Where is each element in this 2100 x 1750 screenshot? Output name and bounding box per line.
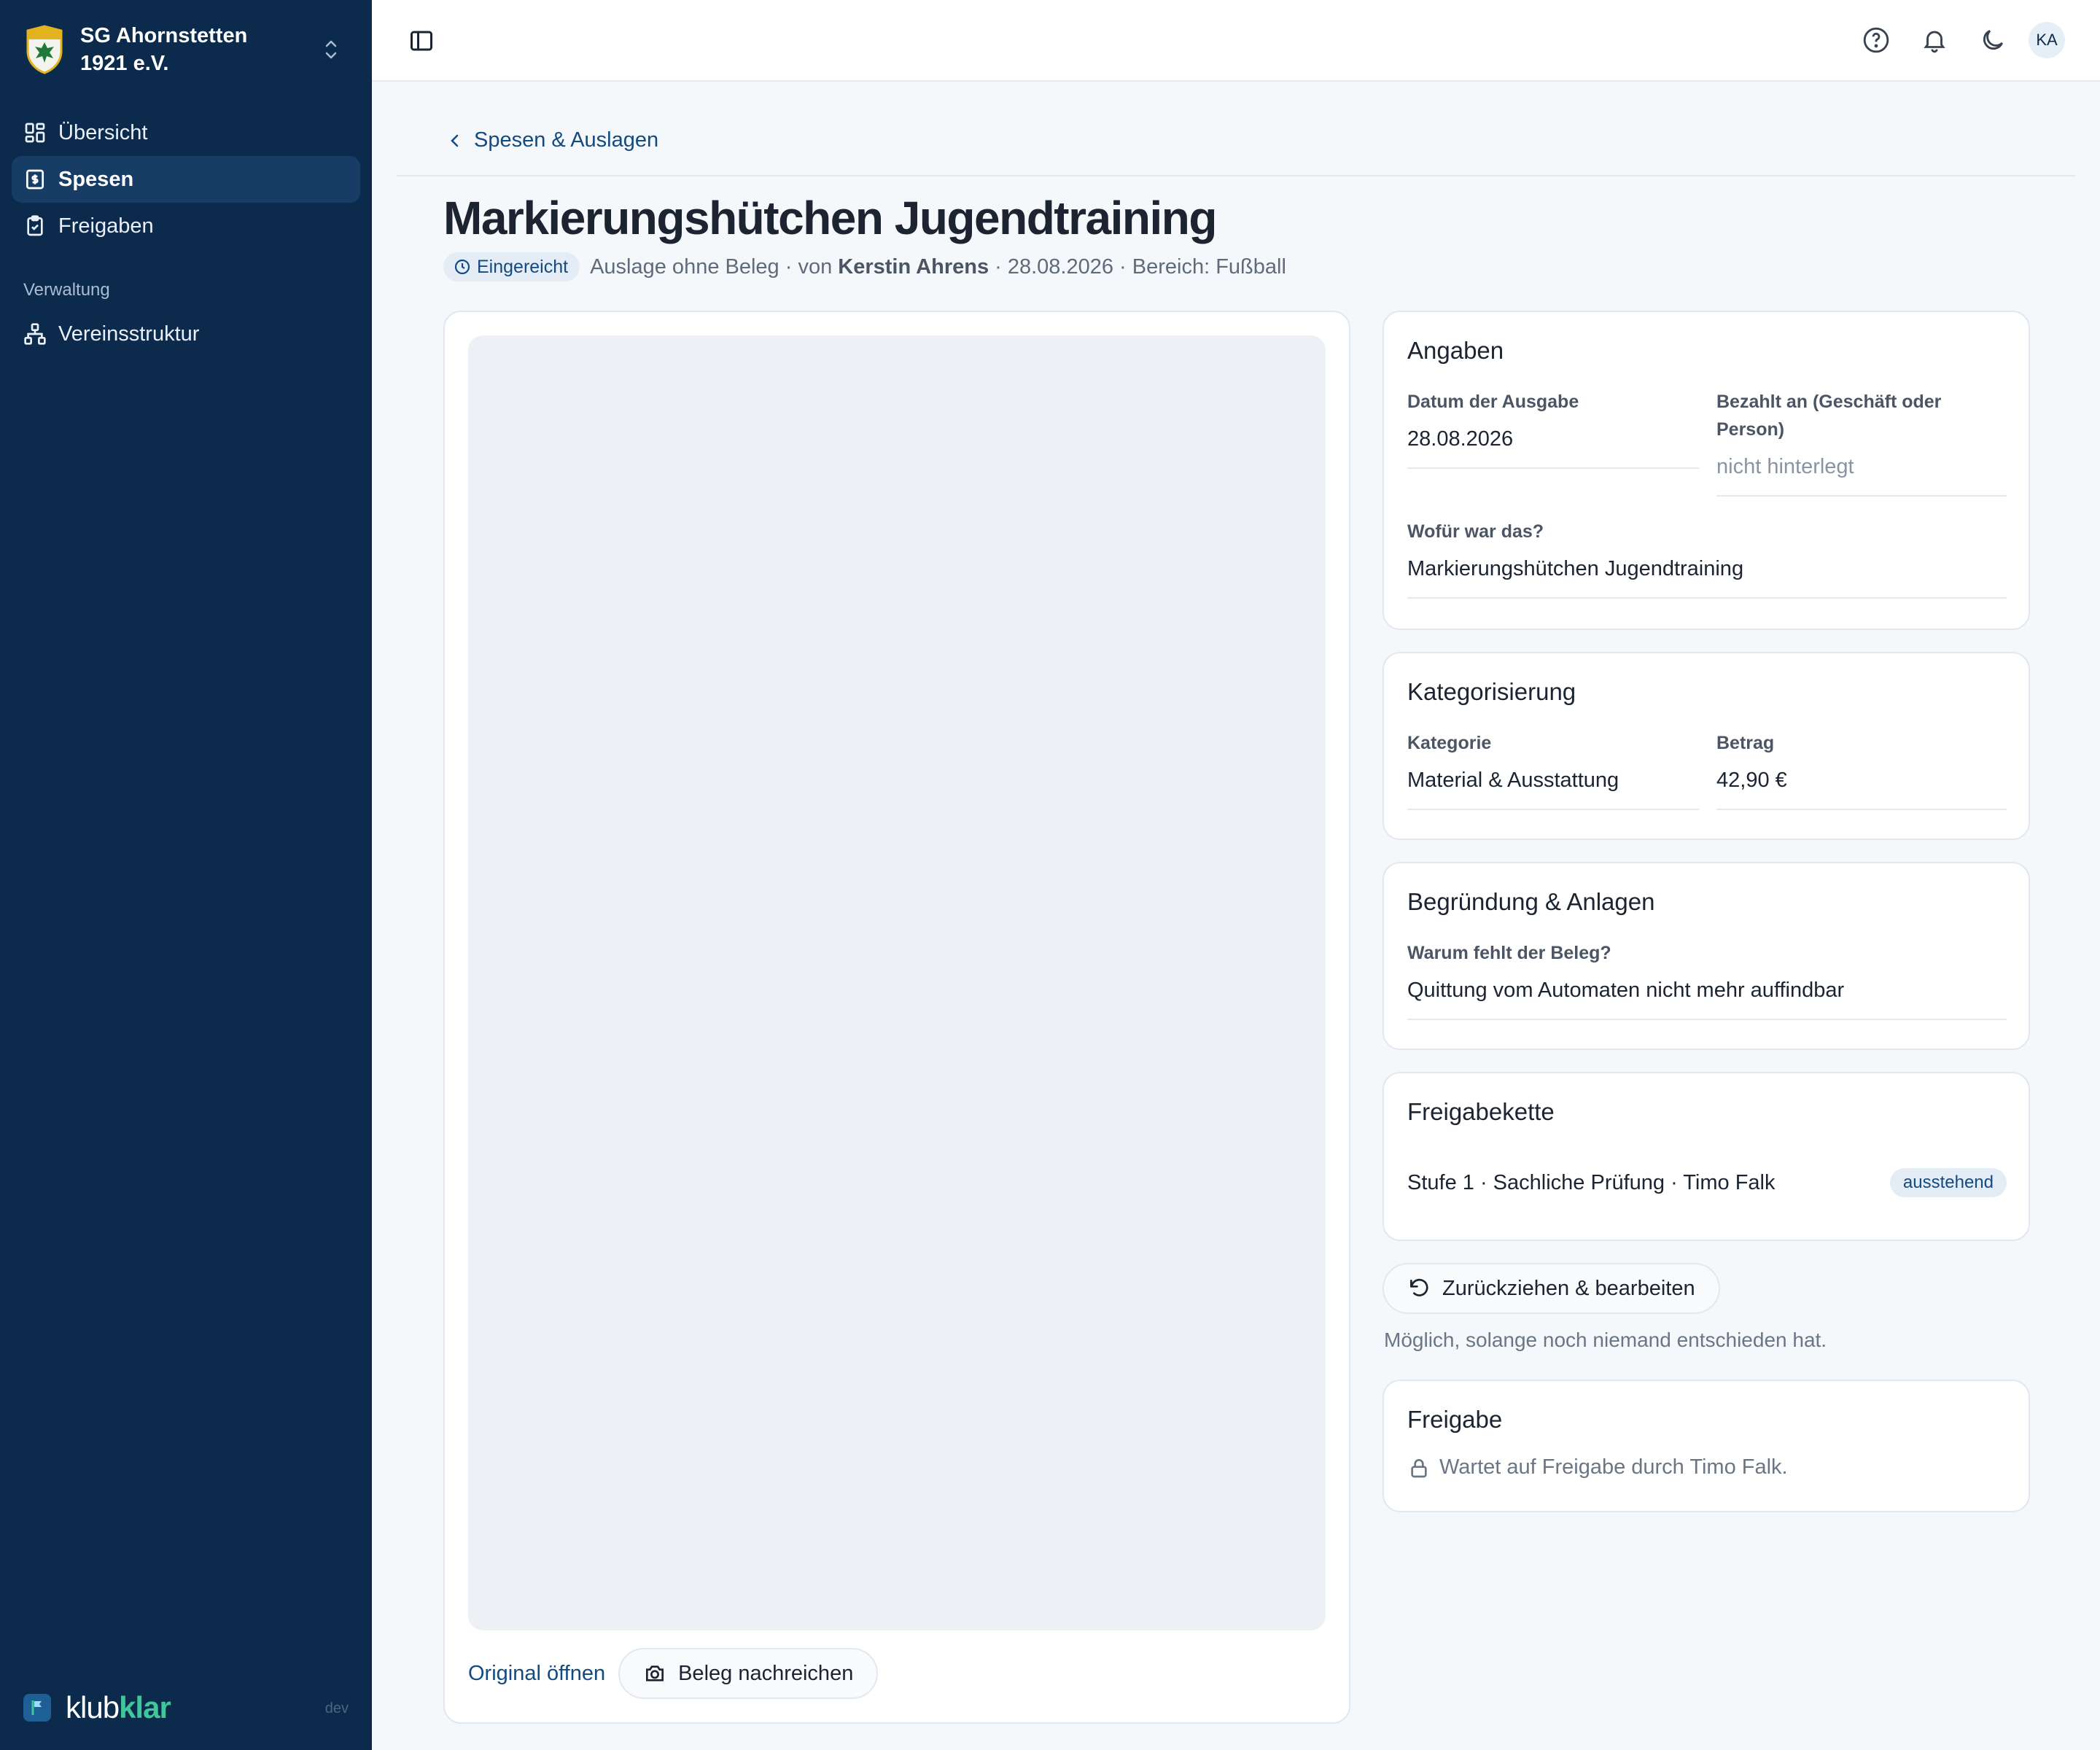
brand-name-part2: klar <box>119 1690 171 1724</box>
field-label: Wofür war das? <box>1407 521 1544 542</box>
nav-item-uebersicht[interactable]: Übersicht <box>12 109 360 156</box>
step-approver: · Timo Falk <box>1665 1170 1776 1194</box>
status-badge: Eingereicht <box>443 252 580 281</box>
nav-item-vereinsstruktur[interactable]: Vereinsstruktur <box>12 311 360 357</box>
nav-item-spesen[interactable]: Spesen <box>12 156 360 203</box>
card-title: Freigabe <box>1407 1406 1503 1433</box>
details-card: Angaben Datum der Ausgabe 28.08.2026 Bez… <box>1382 311 2030 630</box>
clock-icon <box>454 259 470 275</box>
undo-icon <box>1410 1278 1428 1296</box>
step-name: Sachliche Prüfung <box>1493 1170 1665 1194</box>
category-field: Kategorie Material & Ausstattung <box>1407 729 1699 810</box>
date-field: Datum der Ausgabe 28.08.2026 <box>1407 388 1699 469</box>
approval-chain-card: Freigabekette Stufe 1 · Sachliche Prüfun… <box>1382 1072 2030 1241</box>
field-value: Material & Ausstattung <box>1407 769 1699 810</box>
expense-meta: Eingereicht Auslage ohne Beleg · von Ker… <box>443 252 1286 281</box>
meta-author: Kerstin Ahrens <box>838 254 989 279</box>
org-switcher[interactable]: SG Ahornstetten 1921 e.V. <box>23 20 351 79</box>
user-avatar[interactable]: KA <box>2029 22 2065 58</box>
topbar: KA <box>372 0 2100 82</box>
dashboard-icon <box>25 122 45 143</box>
field-value: 42,90 € <box>1716 769 2007 810</box>
open-original-link[interactable]: Original öffnen <box>468 1662 605 1686</box>
approval-waiting-text: Wartet auf Freigabe durch Timo Falk. <box>1439 1455 1788 1479</box>
card-title: Freigabekette <box>1407 1098 1555 1125</box>
upload-receipt-label: Beleg nachreichen <box>678 1661 854 1685</box>
card-title: Begründung & Anlagen <box>1407 888 1655 915</box>
nav-item-label: Übersicht <box>58 120 148 144</box>
approval-waiting: Wartet auf Freigabe durch Timo Falk. <box>1407 1455 1788 1479</box>
justification-card: Begründung & Anlagen Warum fehlt der Bel… <box>1382 862 2030 1050</box>
chevron-left-icon <box>451 134 459 147</box>
camera-icon <box>646 1665 664 1681</box>
field-label: Bezahlt an (Geschäft oder Person) <box>1716 392 1942 440</box>
environment-label: dev <box>324 1700 349 1716</box>
step-prefix: Stufe 1 · <box>1407 1170 1493 1194</box>
receipt-icon <box>26 169 44 190</box>
header-divider <box>397 175 2075 176</box>
missing-receipt-reason-field: Warum fehlt der Beleg? Quittung vom Auto… <box>1407 939 2007 1020</box>
nav-item-freigaben[interactable]: Freigaben <box>12 203 360 249</box>
sidebar: SG Ahornstetten 1921 e.V. Übersicht Spes… <box>0 0 372 1750</box>
withdraw-hint: Möglich, solange noch niemand entschiede… <box>1384 1329 1827 1351</box>
moon-icon[interactable] <box>1979 26 2007 54</box>
nav-item-label: Vereinsstruktur <box>58 322 200 346</box>
org-name: SG Ahornstetten 1921 e.V. <box>80 24 248 75</box>
field-label: Kategorie <box>1407 733 1492 753</box>
field-value: Markierungshütchen Jugendtraining <box>1407 557 2007 599</box>
nav-item-label: Freigaben <box>58 214 154 238</box>
clipboard-check-icon <box>27 215 43 236</box>
org-tree-icon <box>24 323 46 345</box>
meta-details: · 28.08.2026 · Bereich: Fußball <box>989 254 1286 279</box>
back-link-label: Spesen & Auslagen <box>474 128 659 152</box>
withdraw-edit-button[interactable]: Zurückziehen & bearbeiten <box>1382 1263 1720 1314</box>
back-link[interactable]: Spesen & Auslagen <box>446 128 658 152</box>
flag-icon <box>23 1694 51 1722</box>
receipt-preview <box>468 335 1326 1630</box>
upload-receipt-button[interactable]: Beleg nachreichen <box>618 1648 879 1699</box>
meta-type: Auslage ohne Beleg · von <box>590 254 839 279</box>
help-icon[interactable] <box>1862 26 1890 54</box>
chevron-up-down-icon[interactable] <box>321 35 341 64</box>
payee-field: Bezahlt an (Geschäft oder Person) nicht … <box>1716 388 2007 497</box>
field-label: Betrag <box>1716 733 1775 753</box>
nav-item-label: Spesen <box>58 167 134 191</box>
brand-logo: klubklar <box>23 1690 171 1725</box>
receipt-panel: Original öffnen Beleg nachreichen <box>443 311 1350 1724</box>
club-crest-icon <box>26 25 63 74</box>
approval-step-row: Stufe 1 · Sachliche Prüfung · Timo Falk … <box>1407 1168 2007 1197</box>
categorization-card: Kategorisierung Kategorie Material & Aus… <box>1382 652 2030 840</box>
field-label: Warum fehlt der Beleg? <box>1407 943 1611 963</box>
field-value: 28.08.2026 <box>1407 427 1699 469</box>
page-title: Markierungshütchen Jugendtraining <box>443 192 1217 244</box>
approval-card: Freigabe Wartet auf Freigabe durch Timo … <box>1382 1380 2030 1512</box>
card-title: Kategorisierung <box>1407 678 1576 705</box>
status-label: Eingereicht <box>477 256 569 277</box>
nav-section-verwaltung: Verwaltung <box>23 280 110 300</box>
field-label: Datum der Ausgabe <box>1407 392 1579 412</box>
card-title: Angaben <box>1407 337 1504 364</box>
field-value: Quittung vom Automaten nicht mehr auffin… <box>1407 979 2007 1020</box>
lock-icon <box>1411 1458 1427 1477</box>
bell-icon[interactable] <box>1921 26 1948 54</box>
purpose-field: Wofür war das? Markierungshütchen Jugend… <box>1407 518 2007 599</box>
step-status-badge: ausstehend <box>1889 1168 2007 1197</box>
sidebar-toggle-icon[interactable] <box>408 28 435 54</box>
withdraw-edit-label: Zurückziehen & bearbeiten <box>1442 1276 1695 1300</box>
main-nav: Übersicht Spesen Freigaben Verwaltung Ve… <box>12 109 360 357</box>
field-value: nicht hinterlegt <box>1716 455 2007 497</box>
brand-name-part1: klub <box>66 1690 120 1724</box>
amount-field: Betrag 42,90 € <box>1716 729 2007 810</box>
